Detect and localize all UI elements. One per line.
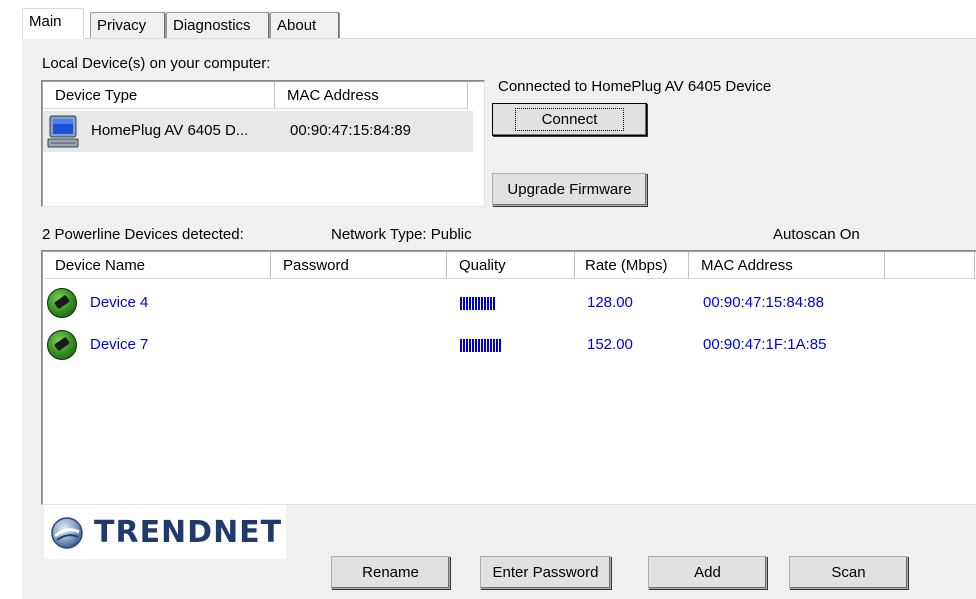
quality-bar <box>478 339 480 352</box>
quality-bar <box>481 339 483 352</box>
quality-meter <box>460 339 502 352</box>
column-password[interactable]: Password <box>271 252 447 279</box>
column-device-type[interactable]: Device Type <box>43 82 275 109</box>
local-devices-heading: Local Device(s) on your computer: <box>42 55 271 72</box>
quality-bar <box>472 339 474 352</box>
connect-button[interactable]: Connect <box>492 103 647 136</box>
powerline-devices-list[interactable]: Device Name Password Quality Rate (Mbps)… <box>41 250 976 505</box>
powerline-device-icon <box>47 288 77 318</box>
mac-address-cell: 00:90:47:15:84:89 <box>290 122 411 139</box>
quality-bar <box>475 297 477 310</box>
globe-icon <box>51 517 83 549</box>
enter-password-button[interactable]: Enter Password <box>480 556 611 589</box>
device-name-cell: Device 4 <box>90 294 149 311</box>
quality-bar <box>463 297 465 310</box>
trendnet-logo: TRENDNET <box>44 505 286 559</box>
rename-button[interactable]: Rename <box>331 556 450 589</box>
quality-bar <box>496 339 498 352</box>
column-device-name[interactable]: Device Name <box>43 252 271 279</box>
tab-main[interactable]: Main <box>22 8 84 39</box>
logo-text: TRENDNET <box>94 515 283 550</box>
network-type-label: Network Type: Public <box>331 226 472 243</box>
quality-bar <box>472 297 474 310</box>
quality-bar <box>487 297 489 310</box>
quality-bar <box>478 297 480 310</box>
autoscan-status: Autoscan On <box>773 226 860 243</box>
tab-diagnostics[interactable]: Diagnostics <box>166 12 270 38</box>
column-mac-address[interactable]: MAC Address <box>689 252 885 279</box>
upgrade-firmware-button[interactable]: Upgrade Firmware <box>492 173 647 206</box>
connection-status: Connected to HomePlug AV 6405 Device <box>498 78 772 95</box>
powerline-device-icon <box>47 330 77 360</box>
quality-bar <box>493 339 495 352</box>
device-name-cell: Device 7 <box>90 336 149 353</box>
column-rate[interactable]: Rate (Mbps) <box>575 252 689 279</box>
local-devices-list[interactable]: Device Type MAC Address HomePlug AV 6405… <box>41 80 485 207</box>
quality-bar <box>466 339 468 352</box>
quality-bar <box>460 297 462 310</box>
mac-address-cell: 00:90:47:1F:1A:85 <box>703 336 827 353</box>
mac-address-cell: 00:90:47:15:84:88 <box>703 294 824 311</box>
list-item[interactable]: HomePlug AV 6405 D... 00:90:47:15:84:89 <box>43 111 473 152</box>
quality-bar <box>475 339 477 352</box>
rate-cell: 128.00 <box>587 294 633 311</box>
quality-bar <box>487 339 489 352</box>
quality-bar <box>481 297 483 310</box>
quality-bar <box>460 339 462 352</box>
quality-bar <box>490 339 492 352</box>
quality-bar <box>466 297 468 310</box>
column-quality[interactable]: Quality <box>447 252 575 279</box>
quality-bar <box>484 339 486 352</box>
scan-button[interactable]: Scan <box>789 556 908 589</box>
add-button[interactable]: Add <box>648 556 767 589</box>
device-type-cell: HomePlug AV 6405 D... <box>91 122 249 139</box>
computer-icon <box>47 115 79 149</box>
devices-detected-label: 2 Powerline Devices detected: <box>42 226 244 243</box>
quality-bar <box>463 339 465 352</box>
column-mac-address[interactable]: MAC Address <box>275 82 468 109</box>
table-row[interactable]: Device 4 128.00 00:90:47:15:84:88 <box>42 287 975 319</box>
rate-cell: 152.00 <box>587 336 633 353</box>
column-filler <box>885 252 975 279</box>
table-row[interactable]: Device 7 152.00 00:90:47:1F:1A:85 <box>42 329 975 361</box>
quality-bar <box>490 297 492 310</box>
quality-bar <box>484 297 486 310</box>
quality-meter <box>460 297 496 310</box>
quality-bar <box>493 297 495 310</box>
quality-bar <box>499 339 501 352</box>
tab-about[interactable]: About <box>270 12 340 38</box>
quality-bar <box>469 297 471 310</box>
quality-bar <box>469 339 471 352</box>
tab-privacy[interactable]: Privacy <box>90 12 166 38</box>
